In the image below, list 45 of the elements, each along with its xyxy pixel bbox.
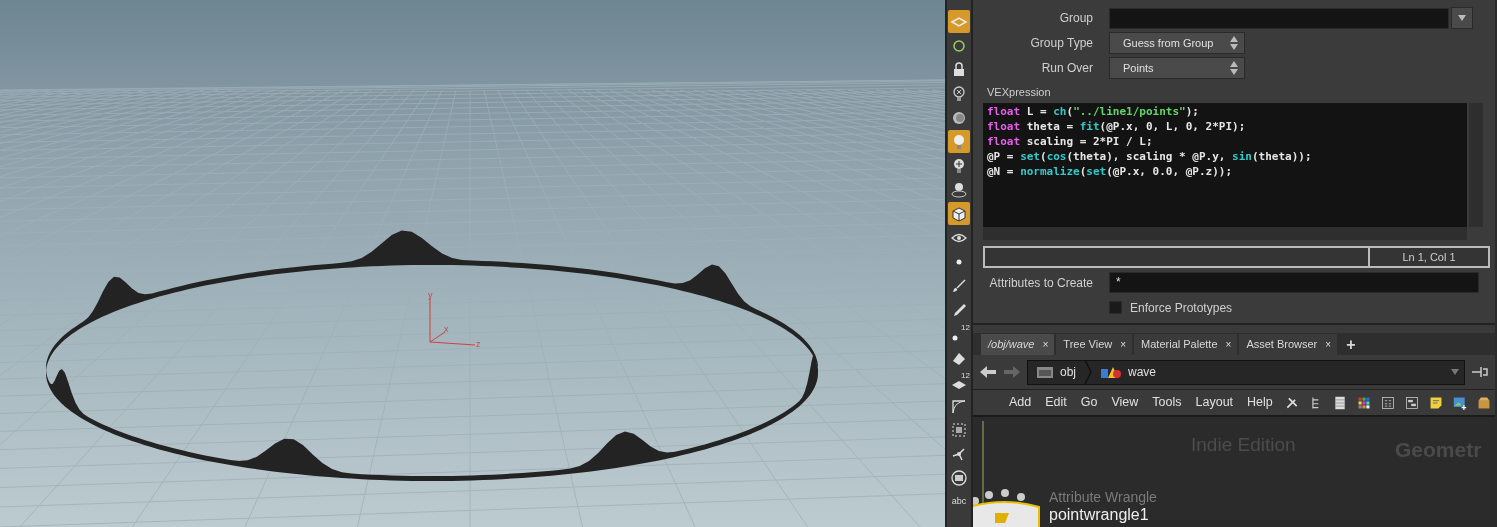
add-tab-button[interactable]: + bbox=[1339, 334, 1362, 355]
group-type-menu[interactable]: Guess from Group bbox=[1109, 32, 1245, 54]
section-label: VEXpression bbox=[987, 85, 1052, 100]
group-field[interactable] bbox=[1109, 7, 1449, 29]
path-segment[interactable]: wave bbox=[1092, 363, 1165, 381]
pane-tab[interactable]: Asset Browser × bbox=[1239, 334, 1338, 355]
code-editor[interactable]: float L = ch("../line1/points"); float theta = fit(@P.x, 0, L, 0, 2*PI); float scaling = 2*PI / L; @P = set(cos(theta), scaling * @P.y, sin(theta)); @N = normalize(set(@P.x, 0.0, @P.z)); bbox=[983, 102, 1467, 227]
code-line: @N = normalize(set(@P.x, 0.0, @P.z)); bbox=[987, 163, 1234, 179]
menu-item[interactable]: Layout bbox=[1189, 393, 1240, 412]
dropdown-button[interactable] bbox=[1451, 7, 1473, 29]
checkbox[interactable] bbox=[1109, 301, 1122, 314]
code-line: float scaling = 2*PI / L; bbox=[987, 133, 1154, 149]
pin-icon[interactable] bbox=[1471, 364, 1489, 380]
parameter-label: Attributes to Create bbox=[988, 274, 1094, 292]
menu-item[interactable]: Help bbox=[1241, 393, 1279, 412]
menu-item[interactable]: View bbox=[1105, 393, 1145, 412]
back-arrow-icon[interactable] bbox=[979, 364, 997, 380]
code-line: float theta = fit(@P.x, 0, L, 0, 2*PI); bbox=[987, 118, 1247, 134]
pane-tab[interactable]: Tree View × bbox=[1056, 334, 1133, 355]
attributes-field[interactable]: * bbox=[1109, 272, 1479, 293]
text-tool[interactable]: abc bbox=[948, 490, 970, 513]
cursor-position: Ln 1, Col 1 bbox=[1401, 249, 1457, 265]
spinner-arrows-icon bbox=[1230, 61, 1238, 75]
checkbox-label: Enforce Prototypes bbox=[1130, 299, 1233, 317]
path-segment[interactable]: obj bbox=[1028, 363, 1084, 381]
cube-icon[interactable] bbox=[948, 202, 970, 225]
axis-label: x bbox=[444, 324, 449, 334]
parameter-label: Group bbox=[1058, 10, 1094, 27]
menu-item[interactable]: Edit bbox=[1039, 393, 1073, 412]
node-type-label: Attribute Wrangle bbox=[1049, 488, 1157, 507]
spinner-arrows-icon bbox=[1230, 36, 1238, 50]
menu-item[interactable]: Tools bbox=[1146, 393, 1188, 412]
parameter-label: Group Type bbox=[1029, 35, 1094, 52]
menu-item[interactable]: Add bbox=[1003, 393, 1038, 412]
run-over-menu[interactable]: Points bbox=[1109, 57, 1245, 79]
axis-label: z bbox=[476, 339, 481, 349]
axis-label: y bbox=[428, 290, 433, 300]
pane-tab[interactable]: /obj/wave × bbox=[981, 334, 1055, 355]
code-line: @P = set(cos(theta), scaling * @P.y, sin(theta)); bbox=[987, 148, 1313, 164]
display-icon[interactable] bbox=[948, 10, 970, 33]
code-line: float L = ch("../line1/points"); bbox=[987, 103, 1200, 119]
caret-icon bbox=[1458, 15, 1466, 21]
parameter-label: Run Over bbox=[1040, 60, 1094, 77]
menu-item[interactable]: Go bbox=[1074, 393, 1104, 412]
pane-tab[interactable]: Material Palette × bbox=[1134, 334, 1238, 355]
